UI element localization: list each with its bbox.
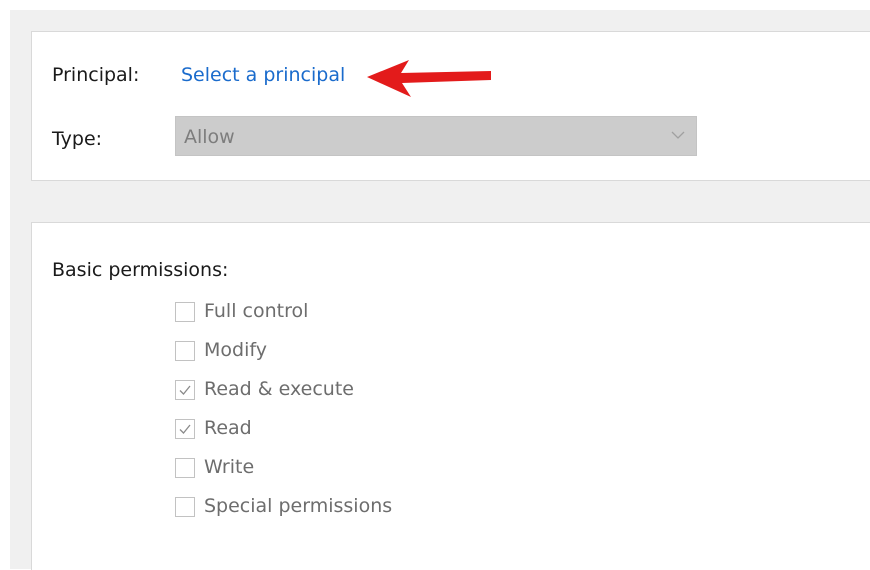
special-permissions-checkbox[interactable] — [175, 497, 195, 517]
annotation-arrow-icon — [367, 60, 491, 97]
checkmark-icon — [179, 424, 191, 434]
read-checkbox[interactable] — [175, 419, 195, 439]
basic-permissions-label: Basic permissions: — [52, 259, 229, 281]
type-label: Type: — [52, 128, 103, 150]
permission-label: Read & execute — [204, 378, 354, 400]
permissions-panel: Basic permissions: Full control Modify R… — [31, 222, 870, 570]
type-dropdown-value: Allow — [184, 126, 235, 148]
chevron-down-icon — [671, 131, 685, 139]
full-control-checkbox[interactable] — [175, 302, 195, 322]
checkmark-icon — [179, 385, 191, 395]
permission-label: Full control — [204, 300, 309, 322]
permission-label: Special permissions — [204, 495, 393, 517]
read-execute-checkbox[interactable] — [175, 380, 195, 400]
select-principal-link[interactable]: Select a principal — [181, 64, 345, 86]
principal-label: Principal: — [52, 64, 140, 86]
permission-label: Write — [204, 456, 255, 478]
write-checkbox[interactable] — [175, 458, 195, 478]
permission-label: Modify — [204, 339, 267, 361]
permission-label: Read — [204, 417, 252, 439]
principal-panel: Principal: Select a principal Type: Allo… — [31, 31, 870, 181]
type-dropdown[interactable]: Allow — [175, 116, 697, 156]
modify-checkbox[interactable] — [175, 341, 195, 361]
